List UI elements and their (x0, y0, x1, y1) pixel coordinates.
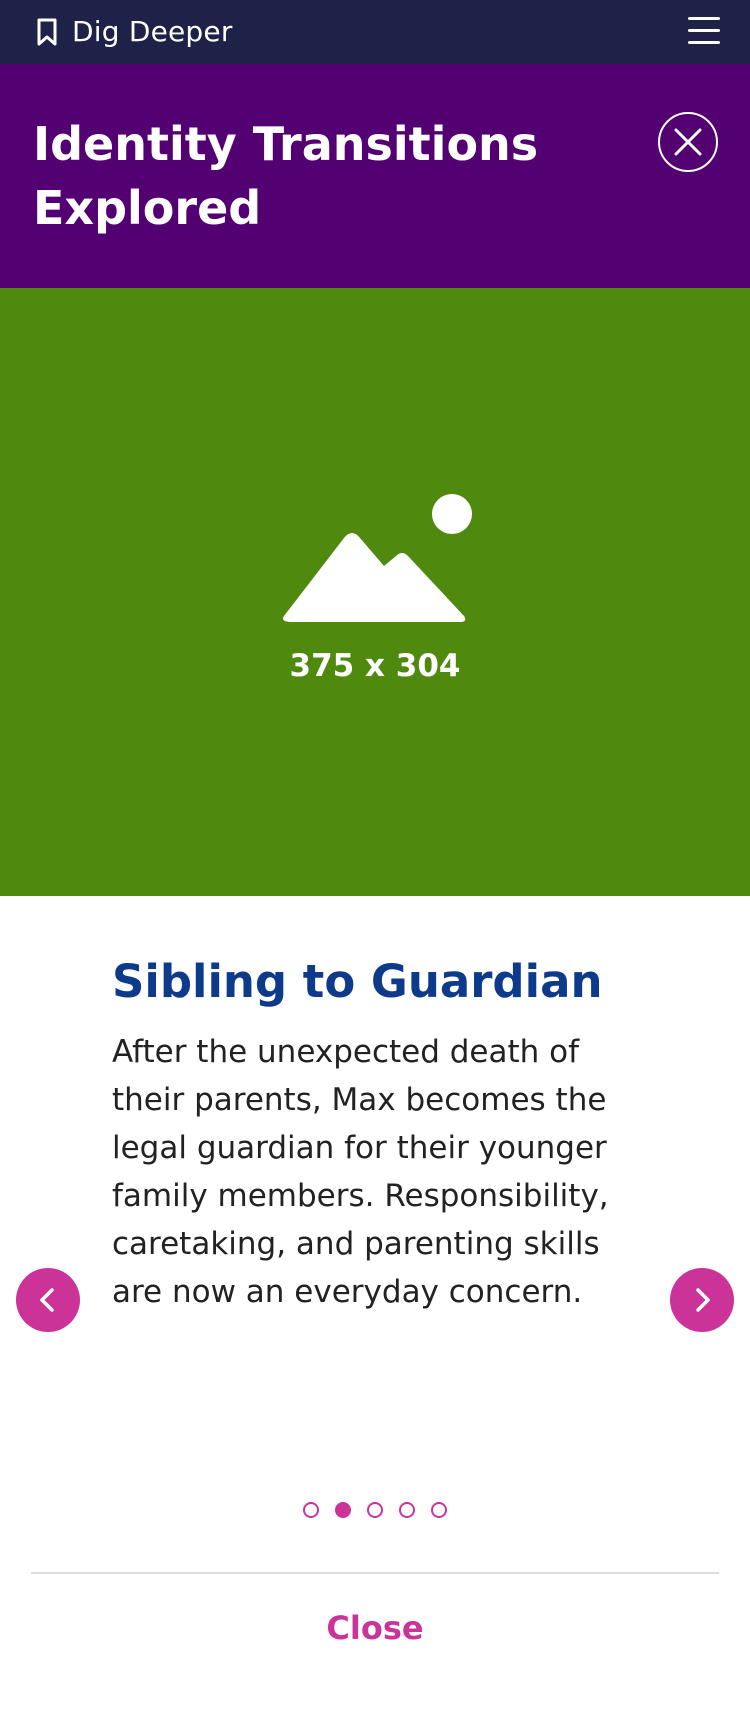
image-placeholder-icon (283, 494, 472, 622)
bookmark-icon[interactable] (35, 18, 59, 46)
image-placeholder: 375 x 304 (0, 288, 750, 896)
carousel-pagination (0, 1502, 750, 1518)
slide-title: Sibling to Guardian (112, 955, 603, 1008)
image-dimensions-label: 375 x 304 (289, 648, 461, 684)
pagination-dot-5[interactable] (431, 1502, 447, 1518)
pagination-dot-2[interactable] (335, 1502, 351, 1518)
chevron-right-icon (696, 1288, 710, 1312)
top-nav-bar: Dig Deeper (0, 0, 750, 64)
footer-divider (31, 1572, 719, 1574)
close-icon (674, 128, 702, 156)
close-button[interactable]: Close (0, 1606, 750, 1650)
pagination-dot-3[interactable] (367, 1502, 383, 1518)
previous-slide-button[interactable] (16, 1268, 80, 1332)
modal-header: Identity Transitions Explored (0, 64, 750, 288)
close-icon-button[interactable] (658, 112, 718, 172)
modal-title: Identity Transitions Explored (33, 117, 539, 235)
pagination-dot-1[interactable] (303, 1502, 319, 1518)
hamburger-menu-icon[interactable] (688, 17, 720, 47)
pagination-dot-4[interactable] (399, 1502, 415, 1518)
slide-description: After the unexpected death of their pare… (112, 1034, 609, 1310)
brand-title[interactable]: Dig Deeper (72, 14, 233, 50)
next-slide-button[interactable] (670, 1268, 734, 1332)
chevron-left-icon (40, 1288, 54, 1312)
